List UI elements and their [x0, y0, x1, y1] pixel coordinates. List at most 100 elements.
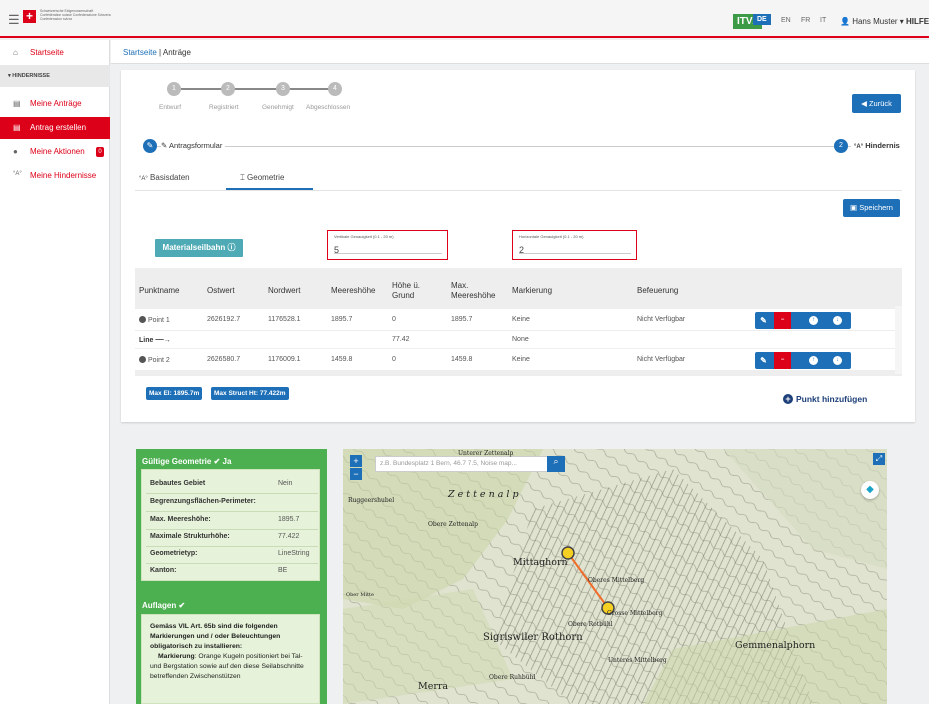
info-icon: ⓘ — [227, 243, 236, 252]
step-1: 1 — [167, 82, 181, 96]
check-circle-icon: ✔ — [178, 601, 186, 610]
add-point-button[interactable]: + Punkt hinzufügen — [783, 394, 867, 404]
cell-nordwert: 1176009.1 — [268, 356, 301, 363]
sidebar-section-hindernisse[interactable]: ▾ HINDERNISSE — [0, 65, 110, 87]
geo-value: Nein — [278, 480, 293, 487]
form-step-2-circle: 2 — [834, 139, 848, 153]
geo-label: Geometrietyp: — [150, 550, 198, 557]
lang-it[interactable]: IT — [820, 17, 826, 24]
cell-hoehe-grund: 0 — [392, 316, 396, 323]
help-link[interactable]: HILFE — [906, 17, 929, 26]
cell-ostwert: 2626192.7 — [207, 316, 241, 323]
tab-label: Geometrie — [247, 173, 285, 182]
auflagen-note: Gemäss VIL Art. 65b sind die folgenden M… — [150, 622, 315, 682]
save-button-label: Speichern — [859, 203, 893, 212]
edit-icon: ✎ — [161, 141, 168, 150]
step-3: 3 — [276, 82, 290, 96]
divider — [146, 529, 318, 530]
edit-icon[interactable]: ✎ — [759, 356, 768, 365]
step-label: Abgeschlossen — [306, 104, 351, 111]
delete-icon[interactable]: − — [774, 312, 791, 329]
lang-de[interactable]: DE — [753, 14, 771, 25]
map-label: Obere Ruhbühl — [489, 674, 536, 681]
breadcrumb: Startseite | Anträge — [123, 48, 191, 57]
antrag-card: 1 2 3 4 Entwurf Registriert Genehmigt Ab… — [121, 70, 915, 422]
cell-hoehe-grund: 0 — [392, 356, 396, 363]
map-label: Merra — [418, 681, 449, 692]
geo-label: Begrenzungsflächen-Perimeter: — [150, 498, 256, 505]
row-actions: ✎ − ↑ ↓ — [755, 352, 851, 369]
point-name-text: Point 1 — [148, 317, 170, 324]
vertical-accuracy-field[interactable]: Vertikale Genauigkeit (0.1 - 20 m) 5 — [327, 230, 448, 260]
cell-nordwert: 1176528.1 — [268, 316, 301, 323]
edit-icon[interactable]: ✎ — [759, 316, 768, 325]
row-actions: ✎ − ↑ ↓ — [755, 312, 851, 329]
table-scrollbar[interactable] — [895, 306, 902, 374]
map-label: Ober Mitte — [346, 592, 374, 598]
table-row[interactable]: Point 1 2626192.7 1176528.1 1895.7 0 189… — [135, 309, 895, 330]
document-icon: ▤ — [13, 123, 21, 132]
field-underline — [334, 253, 442, 254]
sidebar-item-label: Meine Hindernisse — [30, 171, 97, 180]
user-menu[interactable]: 👤 Hans Muster ▾ HILFE — [840, 17, 929, 26]
move-up-icon[interactable]: ↑ — [809, 316, 818, 325]
form-step-1[interactable]: ✎ Antragsformular — [161, 141, 226, 150]
field-label: Horizontale Genauigkeit (0.1 - 20 m) — [519, 234, 584, 239]
material-ropeway-button[interactable]: Materialseilbahn ⓘ — [155, 239, 243, 257]
confederation-text: Schweizerische Eidgenossenschaft Confédé… — [40, 9, 111, 21]
tab-geometrie[interactable]: ⌶ Geometrie — [240, 173, 284, 183]
table-row[interactable]: Point 2 2626580.7 1176009.1 1459.8 0 145… — [135, 349, 895, 370]
lang-fr[interactable]: FR — [801, 17, 810, 24]
col-header: Meereshöhe — [331, 286, 376, 295]
field-underline — [519, 253, 631, 254]
back-button[interactable]: ◀ Zurück — [852, 94, 901, 113]
step-4: 4 — [328, 82, 342, 96]
geo-label: Maximale Strukturhöhe: — [150, 533, 230, 540]
cell-max-meereshoehe: 1895.7 — [451, 316, 473, 323]
tab-basisdaten[interactable]: °A° Basisdaten — [139, 173, 190, 182]
map-label: Oberes Mittelberg — [588, 577, 645, 584]
step-label: Registriert — [209, 104, 239, 111]
sidebar-item-home[interactable]: ⌂ Startseite — [0, 42, 110, 64]
zoom-in-button[interactable]: + — [350, 455, 362, 467]
back-button-label: Zurück — [868, 99, 892, 108]
divider — [146, 546, 318, 547]
horizontal-accuracy-field[interactable]: Horizontale Genauigkeit (0.1 - 20 m) 2 — [512, 230, 637, 260]
cell-max-meereshoehe: 1459.8 — [451, 356, 473, 363]
map-label: Unteres Mittelberg — [608, 657, 667, 664]
lang-en[interactable]: EN — [781, 17, 791, 24]
obstacle-icon: °A° — [854, 144, 864, 150]
cell-ostwert: 2626580.7 — [207, 356, 241, 363]
points-table: Punktname Ostwert Nordwert Meereshöhe Hö… — [135, 268, 902, 376]
sidebar-item-antrag-erstellen[interactable]: ▤ Antrag erstellen — [0, 117, 110, 139]
menu-icon[interactable]: ☰ — [8, 12, 20, 28]
layers-icon[interactable]: ◆ — [861, 481, 879, 499]
move-down-icon[interactable]: ↓ — [833, 316, 842, 325]
tab-divider — [135, 190, 902, 191]
point-name: Point 2 — [139, 356, 170, 364]
map-view[interactable]: + − z.B. Bundesplatz 1 Bern, 46.7 7.5, N… — [343, 449, 887, 704]
breadcrumb-home[interactable]: Startseite — [123, 48, 157, 57]
table-row-line[interactable]: Line ┈┈→ 77.42 None — [135, 331, 895, 348]
sidebar-item-meine-aktionen[interactable]: ● Meine Aktionen 0 — [0, 141, 110, 163]
map-label: Sigriswiler Rothorn — [483, 632, 583, 643]
move-down-icon[interactable]: ↓ — [833, 356, 842, 365]
cell-markierung: Keine — [512, 316, 530, 323]
sidebar-item-label: Startseite — [30, 48, 64, 57]
material-button-label: Materialseilbahn — [162, 243, 226, 252]
form-step-2[interactable]: °A° Hindernis — [851, 141, 900, 150]
map-label: Z e t t e n a l p — [448, 489, 519, 500]
delete-icon[interactable]: − — [774, 352, 791, 369]
sidebar-item-meine-antraege[interactable]: ▤ Meine Anträge — [0, 93, 110, 115]
sidebar-item-meine-hindernisse[interactable]: °A° Meine Hindernisse — [0, 165, 110, 187]
step-label: Entwurf — [159, 104, 182, 111]
map-search-input[interactable]: z.B. Bundesplatz 1 Bern, 46.7 7.5, Noise… — [375, 456, 565, 472]
move-up-icon[interactable]: ↑ — [809, 356, 818, 365]
search-icon[interactable]: ⌕ — [547, 456, 565, 472]
cell-markierung: Keine — [512, 356, 530, 363]
zoom-out-button[interactable]: − — [350, 468, 362, 480]
fullscreen-icon[interactable]: ⤢ — [873, 453, 885, 465]
form-step-1-label: Antragsformular — [168, 141, 223, 150]
geometry-icon: ⌶ — [240, 173, 245, 182]
save-button[interactable]: ▣ Speichern — [843, 199, 900, 217]
